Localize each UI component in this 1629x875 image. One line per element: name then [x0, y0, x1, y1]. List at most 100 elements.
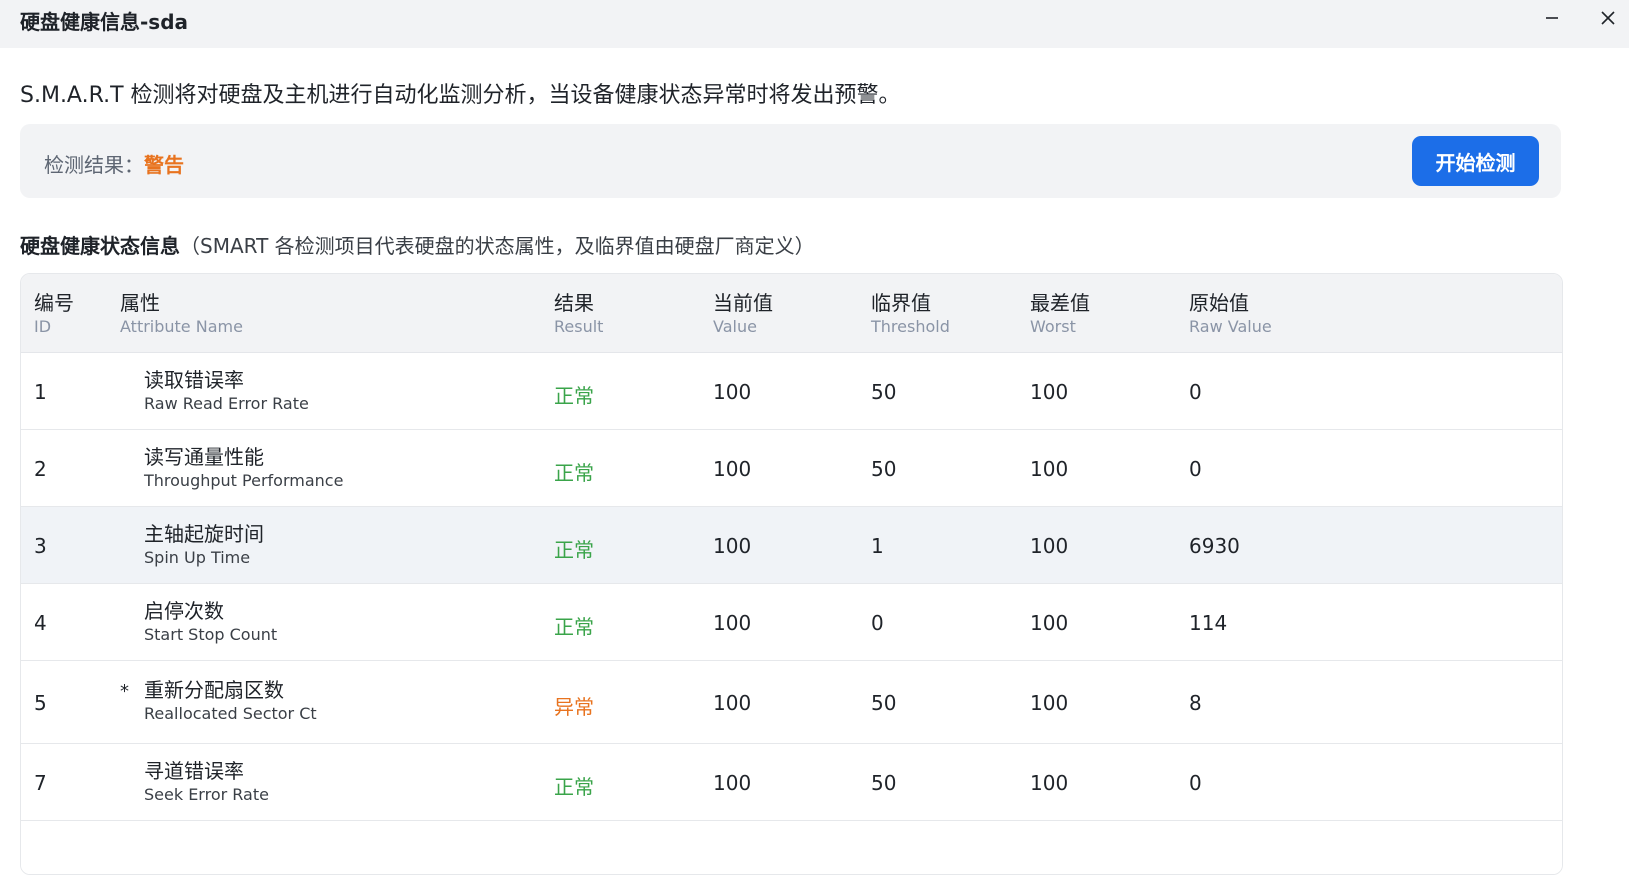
cell-attribute: 启停次数 Start Stop Count [144, 598, 277, 646]
cell-value: 100 [713, 457, 752, 481]
critical-marker: * [120, 681, 129, 702]
cell-value: 100 [713, 771, 752, 795]
column-header-sublabel: Worst [1030, 317, 1076, 336]
detection-result-panel: 检测结果：警告 开始检测 [20, 124, 1561, 198]
title-bar: 硬盘健康信息-sda [0, 0, 1629, 48]
column-header-label: 结果 [554, 291, 594, 315]
column-header-sublabel: Value [713, 317, 757, 336]
cell-id: 2 [34, 457, 47, 481]
cell-result: 正常 [554, 775, 594, 799]
cell-value: 100 [713, 534, 752, 558]
table-row[interactable]: 3 主轴起旋时间 Spin Up Time 正常 100 1 100 6930 [21, 507, 1562, 584]
column-header-result: 结果 Result [554, 290, 603, 338]
column-header-sublabel: Attribute Name [120, 317, 243, 336]
minimize-icon [1546, 17, 1558, 19]
cell-id: 4 [34, 611, 47, 635]
cell-raw-value: 0 [1189, 771, 1202, 795]
attribute-name-en: Start Stop Count [144, 625, 278, 644]
cell-threshold: 50 [871, 380, 897, 404]
column-header-attribute: 属性 Attribute Name [120, 290, 243, 338]
attribute-name-zh: 重新分配扇区数 [144, 678, 284, 702]
table-row[interactable] [21, 821, 1562, 874]
window-title: 硬盘健康信息-sda [20, 10, 189, 34]
column-header-label: 属性 [120, 291, 160, 315]
cell-raw-value: 0 [1189, 380, 1202, 404]
cell-id: 1 [34, 380, 47, 404]
attribute-name-en: Reallocated Sector Ct [144, 704, 317, 723]
cell-result: 正常 [554, 384, 594, 408]
column-header-label: 当前值 [713, 291, 773, 315]
attribute-name-en: Raw Read Error Rate [144, 394, 309, 413]
attribute-name-en: Seek Error Rate [144, 785, 269, 804]
cell-attribute: 主轴起旋时间 Spin Up Time [144, 521, 264, 569]
column-header-label: 最差值 [1030, 291, 1090, 315]
cell-worst: 100 [1030, 380, 1069, 404]
cell-id: 5 [34, 691, 47, 715]
cell-threshold: 50 [871, 771, 897, 795]
cell-id: 3 [34, 534, 47, 558]
start-detection-button[interactable]: 开始检测 [1412, 136, 1539, 186]
attribute-name-zh: 读写通量性能 [144, 445, 264, 469]
section-title-main: 硬盘健康状态信息 [20, 234, 180, 258]
cell-id: 7 [34, 771, 47, 795]
attribute-name-zh: 寻道错误率 [144, 759, 244, 783]
minimize-button[interactable] [1532, 2, 1572, 34]
cell-attribute: 读写通量性能 Throughput Performance [144, 444, 343, 492]
detection-result: 检测结果：警告 [44, 149, 184, 178]
table-row[interactable]: 4 启停次数 Start Stop Count 正常 100 0 100 114 [21, 584, 1562, 661]
cell-worst: 100 [1030, 534, 1069, 558]
table-row[interactable]: 7 寻道错误率 Seek Error Rate 正常 100 50 100 0 [21, 744, 1562, 821]
cell-attribute: 寻道错误率 Seek Error Rate [144, 758, 269, 806]
cell-value: 100 [713, 691, 752, 715]
cell-result: 正常 [554, 461, 594, 485]
column-header-worst: 最差值 Worst [1030, 290, 1090, 338]
table-header: 编号 ID 属性 Attribute Name 结果 Result 当前值 Va… [21, 274, 1562, 353]
cell-worst: 100 [1030, 771, 1069, 795]
detection-label: 检测结果： [44, 153, 144, 177]
column-header-threshold: 临界值 Threshold [871, 290, 950, 338]
column-header-label: 临界值 [871, 291, 931, 315]
attribute-name-zh: 读取错误率 [144, 368, 244, 392]
cell-worst: 100 [1030, 457, 1069, 481]
attribute-name-en: Throughput Performance [144, 471, 344, 490]
attribute-name-en: Spin Up Time [144, 548, 251, 567]
table-row[interactable]: 2 读写通量性能 Throughput Performance 正常 100 5… [21, 430, 1562, 507]
cell-threshold: 1 [871, 534, 884, 558]
cell-threshold: 0 [871, 611, 884, 635]
cell-threshold: 50 [871, 691, 897, 715]
column-header-id: 编号 ID [34, 290, 74, 338]
intro-text: S.M.A.R.T 检测将对硬盘及主机进行自动化监测分析，当设备健康状态异常时将… [20, 83, 901, 108]
cell-value: 100 [713, 380, 752, 404]
cell-result: 正常 [554, 615, 594, 639]
cell-attribute: 读取错误率 Raw Read Error Rate [144, 367, 309, 415]
column-header-sublabel: Result [554, 317, 604, 336]
cell-attribute: 重新分配扇区数 Reallocated Sector Ct [144, 677, 317, 725]
cell-raw-value: 6930 [1189, 534, 1240, 558]
cell-raw-value: 114 [1189, 611, 1228, 635]
column-header-label: 编号 [34, 291, 74, 315]
table-row[interactable]: 1 读取错误率 Raw Read Error Rate 正常 100 50 10… [21, 353, 1562, 430]
column-header-sublabel: ID [34, 317, 52, 336]
detection-value: 警告 [144, 153, 184, 177]
cell-worst: 100 [1030, 611, 1069, 635]
column-header-label: 原始值 [1189, 291, 1249, 315]
table-row[interactable]: 5 * 重新分配扇区数 Reallocated Sector Ct 异常 100… [21, 661, 1562, 744]
close-button[interactable] [1588, 2, 1628, 34]
column-header-value: 当前值 Value [713, 290, 773, 338]
cell-value: 100 [713, 611, 752, 635]
section-title-sub: （SMART 各检测项目代表硬盘的状态属性，及临界值由硬盘厂商定义） [180, 234, 815, 258]
cell-result: 正常 [554, 538, 594, 562]
column-header-sublabel: Threshold [871, 317, 950, 336]
section-title: 硬盘健康状态信息（SMART 各检测项目代表硬盘的状态属性，及临界值由硬盘厂商定… [20, 230, 815, 259]
attribute-name-zh: 主轴起旋时间 [144, 522, 264, 546]
cell-raw-value: 8 [1189, 691, 1202, 715]
cell-result: 异常 [554, 695, 594, 719]
cell-worst: 100 [1030, 691, 1069, 715]
smart-table: 编号 ID 属性 Attribute Name 结果 Result 当前值 Va… [20, 273, 1563, 875]
attribute-name-zh: 启停次数 [144, 599, 224, 623]
column-header-raw-value: 原始值 Raw Value [1189, 290, 1272, 338]
close-icon [1601, 11, 1615, 25]
column-header-sublabel: Raw Value [1189, 317, 1272, 336]
cell-raw-value: 0 [1189, 457, 1202, 481]
cell-threshold: 50 [871, 457, 897, 481]
